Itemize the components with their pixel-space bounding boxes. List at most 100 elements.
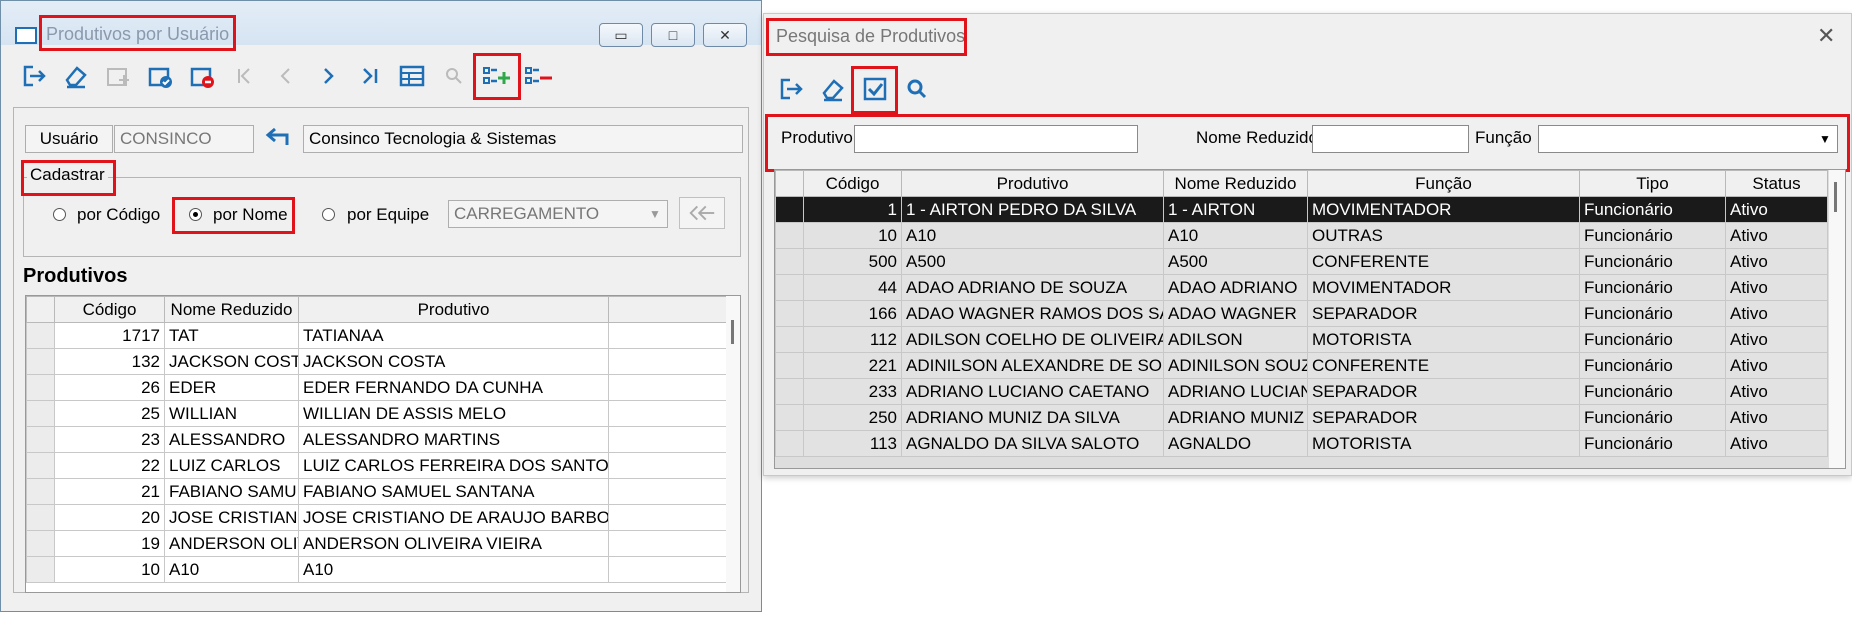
- row-indicator[interactable]: [775, 326, 804, 353]
- row-indicator[interactable]: [26, 400, 55, 427]
- table-row[interactable]: 500 A500 A500 CONFERENTE Funcionário Ativo: [775, 248, 1828, 275]
- row-indicator[interactable]: [775, 404, 804, 431]
- table-row[interactable]: 10 A10 A10: [26, 556, 727, 583]
- table-row[interactable]: 44 ADAO ADRIANO DE SOUZA ADAO ADRIANO MOVIM…: [775, 274, 1828, 301]
- maximize-button[interactable]: □: [651, 23, 695, 47]
- table-row[interactable]: 26 EDER EDER FERNANDO DA CUNHA: [26, 374, 727, 401]
- add-equipe-button[interactable]: [679, 197, 725, 229]
- col-nome-reduzido[interactable]: Nome Reduzido: [1163, 170, 1308, 197]
- table-cell: JOSE CRISTIANO DE ARAUJO BARBOS.: [298, 504, 609, 531]
- col-nome-reduzido[interactable]: Nome Reduzido: [164, 296, 299, 323]
- nome-reduzido-filter-input[interactable]: [1312, 125, 1469, 153]
- row-indicator[interactable]: [26, 322, 55, 349]
- last-record-button[interactable]: [349, 54, 391, 98]
- table-row[interactable]: 20 JOSE CRISTIAN(JOSE CRISTIANO DE ARAUJO…: [26, 504, 727, 531]
- funcao-filter-select[interactable]: ▼: [1538, 125, 1838, 153]
- table-row[interactable]: 112 ADILSON COELHO DE OLIVEIRA ADILSON MOTO…: [775, 326, 1828, 353]
- list-add-icon: [483, 67, 510, 84]
- col-produtivo[interactable]: Produtivo: [298, 296, 609, 323]
- table-row[interactable]: 166 ADAO WAGNER RAMOS DOS SA ADAO WAGNER SE…: [775, 300, 1828, 327]
- row-indicator[interactable]: [26, 452, 55, 479]
- col-produtivo[interactable]: Produtivo: [901, 170, 1164, 197]
- confirm-doc-button[interactable]: [139, 54, 181, 98]
- usuario-field[interactable]: CONSINCO: [114, 125, 254, 153]
- row-indicator[interactable]: [775, 274, 804, 301]
- nome-reduzido-filter-label: Nome Reduzido: [1196, 128, 1318, 147]
- table-cell: LUIZ CARLOS FERREIRA DOS SANTOS: [298, 452, 609, 479]
- table-cell: 25: [54, 400, 165, 427]
- exit-button[interactable]: [13, 54, 55, 98]
- clear-button[interactable]: [55, 54, 97, 98]
- table-cell: 20: [54, 504, 165, 531]
- table-cell: 1 - AIRTON: [1163, 196, 1308, 223]
- next-record-button[interactable]: [307, 54, 349, 98]
- row-indicator[interactable]: [26, 530, 55, 557]
- table-row[interactable]: 25 WILLIAN WILLIAN DE ASSIS MELO: [26, 400, 727, 427]
- table-cell: MOVIMENTADOR: [1307, 196, 1580, 223]
- row-indicator[interactable]: [775, 300, 804, 327]
- table-cell: A500: [901, 248, 1164, 275]
- row-indicator[interactable]: [26, 348, 55, 375]
- table-row[interactable]: 221 ADINILSON ALEXANDRE DE SOL ADINILSON S…: [775, 352, 1828, 379]
- table-cell: 44: [803, 274, 902, 301]
- doc-check-icon: [148, 67, 172, 88]
- col-codigo[interactable]: Código: [54, 296, 165, 323]
- table-row[interactable]: 10 A10 A10 OUTRAS Funcionário Ativo: [775, 222, 1828, 249]
- row-indicator[interactable]: [26, 374, 55, 401]
- table-row[interactable]: 11 - AIRTON PEDRO DA SILVA 1 - AIRTON MOVI…: [775, 196, 1828, 223]
- row-indicator[interactable]: [26, 478, 55, 505]
- row-indicator[interactable]: [775, 352, 804, 379]
- exit-button[interactable]: [770, 67, 812, 111]
- radio-por-equipe[interactable]: [322, 208, 335, 221]
- table-cell: ADILSON: [1163, 326, 1308, 353]
- table-row[interactable]: 233 ADRIANO LUCIANO CAETANO ADRIANO LUCIAN…: [775, 378, 1828, 405]
- table-row[interactable]: 132 JACKSON COST/JACKSON COSTA: [26, 348, 727, 375]
- table-row[interactable]: 22 LUIZ CARLOS LUIZ CARLOS FERREIRA DOS SA…: [26, 452, 727, 479]
- table-cell: SEPARADOR: [1307, 404, 1580, 431]
- radio-por-codigo[interactable]: [53, 208, 66, 221]
- search-button[interactable]: [433, 54, 475, 98]
- table-row[interactable]: 21 FABIANO SAMUI FABIANO SAMUEL SANTANA: [26, 478, 727, 505]
- produtivo-filter-input[interactable]: [854, 125, 1138, 153]
- col-funcao[interactable]: Função: [1307, 170, 1580, 197]
- row-indicator[interactable]: [775, 430, 804, 457]
- row-indicator[interactable]: [775, 378, 804, 405]
- table-row[interactable]: 113 AGNALDO DA SILVA SALOTO AGNALDO MOTORIS…: [775, 430, 1828, 457]
- previous-record-button[interactable]: [265, 54, 307, 98]
- table-row[interactable]: 250 ADRIANO MUNIZ DA SILVA ADRIANO MUNIZ SE…: [775, 404, 1828, 431]
- row-indicator[interactable]: [26, 426, 55, 453]
- clear-button[interactable]: [812, 67, 854, 111]
- remove-produtivo-button[interactable]: [517, 54, 559, 98]
- grid-indicator-header: [775, 170, 804, 197]
- add-produtivo-button[interactable]: [475, 54, 517, 98]
- col-tipo[interactable]: Tipo: [1579, 170, 1726, 197]
- table-cell: 132: [54, 348, 165, 375]
- row-indicator[interactable]: [775, 248, 804, 275]
- produtivos-por-usuario-window: Produtivos por Usuário ▭ □ ✕ Usuário CON…: [0, 0, 762, 612]
- col-status[interactable]: Status: [1725, 170, 1828, 197]
- equipe-select[interactable]: CARREGAMENTO: [448, 200, 668, 228]
- search-button[interactable]: [896, 67, 938, 111]
- confirm-button[interactable]: [854, 67, 896, 111]
- new-button[interactable]: [97, 54, 139, 98]
- close-button[interactable]: ✕: [703, 23, 747, 47]
- row-indicator[interactable]: [26, 504, 55, 531]
- grid-button[interactable]: [391, 54, 433, 98]
- delete-doc-button[interactable]: [181, 54, 223, 98]
- table-cell: 500: [803, 248, 902, 275]
- row-indicator[interactable]: [26, 556, 55, 583]
- table-row[interactable]: 19 ANDERSON OLI\ ANDERSON OLIVEIRA VIEIRA: [26, 530, 727, 557]
- row-indicator[interactable]: [775, 196, 804, 223]
- table-cell: MOVIMENTADOR: [1307, 274, 1580, 301]
- close-button[interactable]: ✕: [1817, 23, 1835, 49]
- minimize-button[interactable]: ▭: [599, 23, 643, 47]
- table-row[interactable]: 1717 TAT TATIANAA: [26, 322, 727, 349]
- radio-por-nome[interactable]: [189, 208, 202, 221]
- table-row[interactable]: 23 ALESSANDRO ALESSANDRO MARTINS: [26, 426, 727, 453]
- row-indicator[interactable]: [775, 222, 804, 249]
- vertical-scrollbar[interactable]: [726, 296, 740, 592]
- vertical-scrollbar[interactable]: [1829, 170, 1845, 468]
- undo-button[interactable]: [259, 125, 299, 153]
- first-record-button[interactable]: [223, 54, 265, 98]
- col-codigo[interactable]: Código: [803, 170, 902, 197]
